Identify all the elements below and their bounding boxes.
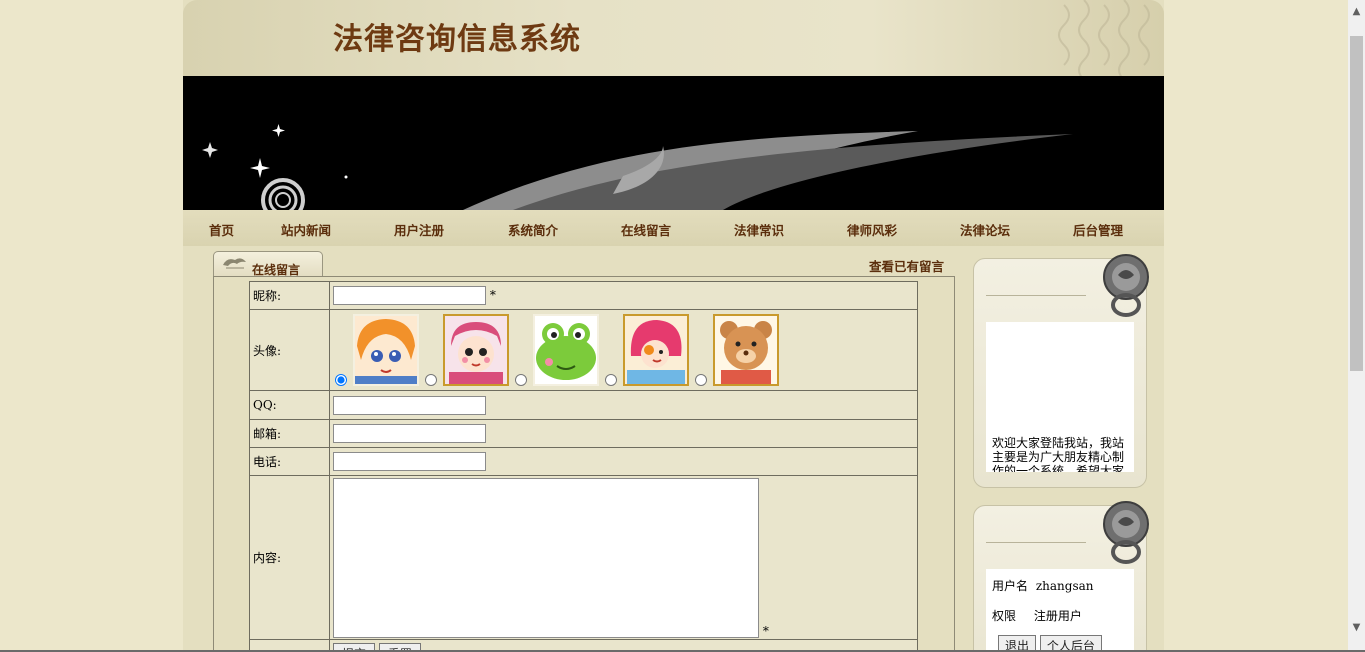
form-row-phone: 电话: (249, 447, 918, 476)
header-pattern-icon (1058, 0, 1150, 76)
nav-admin[interactable]: 后台管理 (1073, 220, 1123, 239)
qq-input[interactable] (333, 395, 486, 415)
content-cell: * (329, 475, 918, 640)
avatar-radio-2[interactable] (425, 374, 437, 386)
role-row: 权限 注册用户 (992, 607, 1082, 624)
user-info-box: 用户名 zhangsan 权限 注册用户 退出 个人后台 (986, 569, 1134, 652)
avatar-frog-icon (533, 314, 599, 386)
view-messages-link[interactable]: 查看已有留言 (869, 256, 944, 275)
nav-forum[interactable]: 法律论坛 (960, 220, 1010, 239)
nav-news[interactable]: 站内新闻 (281, 220, 331, 239)
avatar-option-2[interactable] (425, 314, 509, 386)
nickname-cell: * (329, 281, 918, 310)
avatar-options (329, 309, 918, 391)
site-header: 法律咨询信息系统 (183, 0, 1164, 76)
nav-law-knowledge[interactable]: 法律常识 (734, 220, 784, 239)
avatar-option-1[interactable] (335, 314, 419, 386)
site-title: 法律咨询信息系统 (333, 22, 581, 57)
form-row-avatar: 头像: (249, 309, 918, 391)
door-knocker-icon (1103, 254, 1149, 317)
avatar-bear-icon (713, 314, 779, 386)
content-textarea[interactable] (333, 477, 759, 638)
avatar-option-5[interactable] (695, 314, 779, 386)
nickname-label: 昵称: (249, 281, 330, 310)
avatar-red-hood-icon (623, 314, 689, 386)
role-label: 权限 (992, 609, 1017, 623)
user-divider (986, 542, 1086, 543)
scrollbar-thumb[interactable] (1350, 36, 1363, 371)
notice-text: 欢迎大家登陆我站，我站主要是为广大朋友精心制作的一个系统，希望大家 (992, 436, 1125, 472)
message-form: 昵称: * 头像: QQ: 邮箱: 电话: 内容: * (249, 281, 918, 652)
notice-box: 欢迎大家登陆我站，我站主要是为广大朋友精心制作的一个系统，希望大家 (986, 322, 1134, 472)
email-input[interactable] (333, 424, 486, 443)
avatar-option-3[interactable] (515, 314, 599, 386)
banner-art-icon (202, 124, 1073, 210)
username-label: 用户名 (992, 579, 1029, 593)
phone-cell (329, 447, 918, 476)
notice-panel: 欢迎大家登陆我站，我站主要是为广大朋友精心制作的一个系统，希望大家 (973, 254, 1149, 488)
nickname-input[interactable] (333, 286, 486, 305)
scroll-down-icon[interactable]: ▼ (1348, 622, 1365, 633)
notice-divider (986, 295, 1086, 296)
username-row: 用户名 zhangsan (992, 577, 1094, 594)
nav-message[interactable]: 在线留言 (621, 220, 671, 239)
form-row-content: 内容: * (249, 475, 918, 640)
form-row-email: 邮箱: (249, 419, 918, 448)
page-container: 法律咨询信息系统 首页 站内新闻 用户注册 系统简介 在线留言 法律常识 律师风… (183, 0, 1164, 652)
scroll-up-icon[interactable]: ▲ (1348, 6, 1365, 17)
required-mark: * (489, 288, 496, 302)
nav-lawyers[interactable]: 律师风彩 (847, 220, 897, 239)
email-label: 邮箱: (249, 419, 330, 448)
qq-cell (329, 390, 918, 420)
avatar-pink-girl-icon (443, 314, 509, 386)
avatar-radio-3[interactable] (515, 374, 527, 386)
header-banner (183, 76, 1164, 210)
role-value: 注册用户 (1033, 609, 1082, 623)
nav-register[interactable]: 用户注册 (394, 220, 444, 239)
avatar-option-4[interactable] (605, 314, 689, 386)
phone-input[interactable] (333, 452, 486, 471)
vertical-scrollbar[interactable]: ▲ ▼ (1348, 0, 1365, 652)
nav-home[interactable]: 首页 (209, 220, 234, 239)
avatar-label: 头像: (249, 309, 330, 391)
avatar-radio-1[interactable] (335, 374, 347, 386)
phone-label: 电话: (249, 447, 330, 476)
qq-label: QQ: (249, 390, 330, 420)
nav-about[interactable]: 系统简介 (508, 220, 558, 239)
form-row-nickname: 昵称: * (249, 281, 918, 310)
email-cell (329, 419, 918, 448)
username-value: zhangsan (1035, 579, 1094, 593)
tab-online-message[interactable]: 在线留言 (213, 251, 323, 277)
user-panel: 用户名 zhangsan 权限 注册用户 退出 个人后台 (973, 501, 1149, 652)
avatar-radio-5[interactable] (695, 374, 707, 386)
main-nav: 首页 站内新闻 用户注册 系统简介 在线留言 法律常识 律师风彩 法律论坛 后台… (183, 210, 1164, 246)
content-required-mark: * (762, 623, 769, 638)
avatar-radio-4[interactable] (605, 374, 617, 386)
content-label: 内容: (249, 475, 330, 640)
door-knocker-icon (1103, 501, 1149, 564)
cloud-icon (223, 258, 246, 269)
avatar-girl-icon (353, 314, 419, 386)
form-row-qq: QQ: (249, 390, 918, 420)
